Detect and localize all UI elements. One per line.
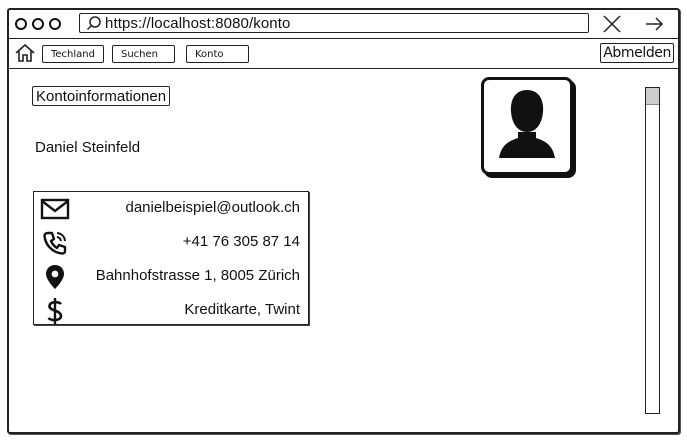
- divider: [9, 68, 678, 69]
- info-row-payment: Kreditkarte, Twint: [34, 294, 308, 328]
- info-row-email: danielbeispiel@outlook.ch: [34, 192, 308, 226]
- user-silhouette-icon: [499, 90, 555, 158]
- browser-window: https://localhost:8080/konto Techland Su…: [7, 8, 680, 434]
- nav-item-konto[interactable]: Konto: [186, 45, 249, 63]
- home-icon[interactable]: [15, 43, 35, 63]
- search-icon: [86, 16, 101, 31]
- phone-value: +41 76 305 87 14: [182, 233, 300, 250]
- phone-icon: [40, 229, 70, 257]
- address-value: Bahnhofstrasse 1, 8005 Zürich: [95, 267, 300, 284]
- info-row-address: Bahnhofstrasse 1, 8005 Zürich: [34, 260, 308, 294]
- address-bar[interactable]: https://localhost:8080/konto: [79, 13, 589, 33]
- page-title: Kontoinformationen: [32, 86, 171, 106]
- address-url: https://localhost:8080/konto: [105, 14, 291, 32]
- close-icon[interactable]: [601, 14, 623, 34]
- avatar: [481, 77, 573, 175]
- window-control-close[interactable]: [15, 18, 27, 30]
- nav-item-techland[interactable]: Techland: [42, 45, 104, 63]
- mail-icon: [40, 195, 70, 223]
- title-bar: https://localhost:8080/konto: [9, 10, 678, 38]
- logout-button[interactable]: Abmelden: [600, 43, 674, 63]
- nav-item-suchen[interactable]: Suchen: [112, 45, 175, 63]
- divider: [9, 38, 678, 39]
- window-control-minimize[interactable]: [32, 18, 44, 30]
- user-name: Daniel Steinfeld: [35, 139, 141, 156]
- email-value: danielbeispiel@outlook.ch: [125, 199, 300, 216]
- nav-bar: Techland Suchen Konto Abmelden: [9, 40, 678, 68]
- window-controls: [15, 18, 61, 30]
- scrollbar[interactable]: [645, 87, 660, 414]
- location-pin-icon: [40, 263, 70, 291]
- scrollbar-thumb[interactable]: [646, 88, 659, 105]
- dollar-icon: [40, 297, 70, 325]
- arrow-right-icon[interactable]: [643, 14, 665, 34]
- window-control-maximize[interactable]: [49, 18, 61, 30]
- payment-value: Kreditkarte, Twint: [184, 301, 300, 318]
- contact-info-card: danielbeispiel@outlook.ch +41 76 305 87 …: [33, 191, 309, 325]
- info-row-phone: +41 76 305 87 14: [34, 226, 308, 260]
